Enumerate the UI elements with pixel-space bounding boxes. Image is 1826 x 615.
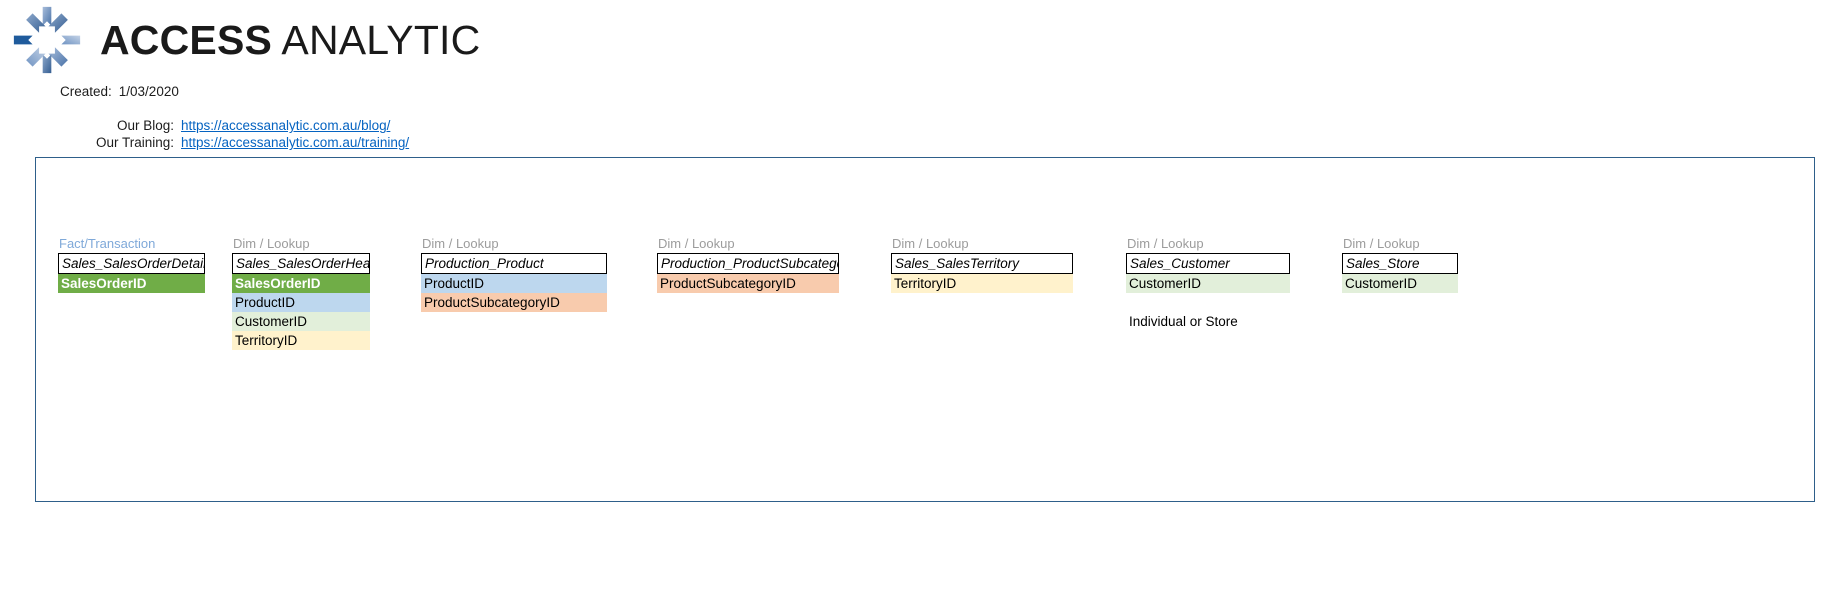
table-name[interactable]: Sales_Store (1342, 253, 1458, 274)
brand-name-light: ANALYTIC (272, 16, 481, 63)
table-name[interactable]: Sales_Customer (1126, 253, 1290, 274)
table-kind-label: Fact/Transaction (59, 236, 156, 251)
table-name[interactable]: Production_Product (421, 253, 607, 274)
entity-table: Dim / Lookup Sales_SalesTerritory Territor… (891, 236, 1073, 293)
table-kind-label: Dim / Lookup (658, 236, 735, 251)
data-model-diagram-frame: Fact/Transaction Sales_SalesOrderDetail Sa… (35, 157, 1815, 502)
table-name[interactable]: Sales_SalesOrderDetail (58, 253, 205, 274)
created-value: 1/03/2020 (118, 84, 179, 99)
brand-header: ACCESS ANALYTIC (8, 4, 480, 76)
table-field[interactable]: SalesOrderID (58, 274, 205, 293)
table-field-spacer (1126, 293, 1290, 312)
entity-table: Dim / Lookup Production_ProductSubcategor… (657, 236, 839, 293)
table-field[interactable]: ProductSubcategoryID (421, 293, 607, 312)
training-label: Our Training: (95, 135, 174, 150)
table-kind-label: Dim / Lookup (233, 236, 310, 251)
table-field[interactable]: TerritoryID (232, 331, 370, 350)
table-field[interactable]: Individual or Store (1126, 312, 1290, 331)
training-link[interactable]: https://accessanalytic.com.au/training/ (181, 135, 409, 150)
table-field[interactable]: ProductSubcategoryID (657, 274, 839, 293)
table-field[interactable]: ProductID (421, 274, 607, 293)
entity-table: Dim / Lookup Sales_Customer CustomerID Ind… (1126, 236, 1290, 331)
entity-table: Fact/Transaction Sales_SalesOrderDetail Sa… (58, 236, 205, 293)
brand-wordmark: ACCESS ANALYTIC (100, 16, 481, 63)
entity-table: Dim / Lookup Sales_SalesOrderHeaderSalesO… (232, 236, 370, 350)
table-kind-label: Dim / Lookup (1127, 236, 1204, 251)
table-name[interactable]: Production_ProductSubcategory (657, 253, 839, 274)
table-columns-container: Fact/Transaction Sales_SalesOrderDetail Sa… (36, 158, 1814, 501)
blog-label: Our Blog: (116, 118, 174, 133)
blog-row: Our Blog: https://accessanalytic.com.au/… (54, 118, 390, 133)
access-analytic-starburst-logo-icon (13, 6, 81, 74)
table-field[interactable]: SalesOrderID (232, 274, 370, 293)
table-kind-label: Dim / Lookup (1343, 236, 1420, 251)
table-kind-label: Dim / Lookup (422, 236, 499, 251)
created-label: Created: (60, 84, 112, 99)
brand-name-bold: ACCESS (100, 16, 273, 63)
blog-link[interactable]: https://accessanalytic.com.au/blog/ (181, 118, 390, 133)
training-row: Our Training: https://accessanalytic.com… (54, 135, 409, 150)
table-field[interactable]: CustomerID (1342, 274, 1458, 293)
table-field[interactable]: TerritoryID (891, 274, 1073, 293)
table-kind-label: Dim / Lookup (892, 236, 969, 251)
created-row: Created: 1/03/2020 (60, 84, 179, 99)
entity-table: Dim / Lookup Sales_Store CustomerID (1342, 236, 1458, 293)
entity-table: Dim / Lookup Production_Product ProductID P… (421, 236, 607, 312)
table-field[interactable]: CustomerID (232, 312, 370, 331)
table-name[interactable]: Sales_SalesTerritory (891, 253, 1073, 274)
table-field[interactable]: ProductID (232, 293, 370, 312)
page-root: ACCESS ANALYTIC Created: 1/03/2020 Our B… (0, 0, 1826, 615)
table-field[interactable]: CustomerID (1126, 274, 1290, 293)
table-name[interactable]: Sales_SalesOrderHeader (232, 253, 370, 274)
